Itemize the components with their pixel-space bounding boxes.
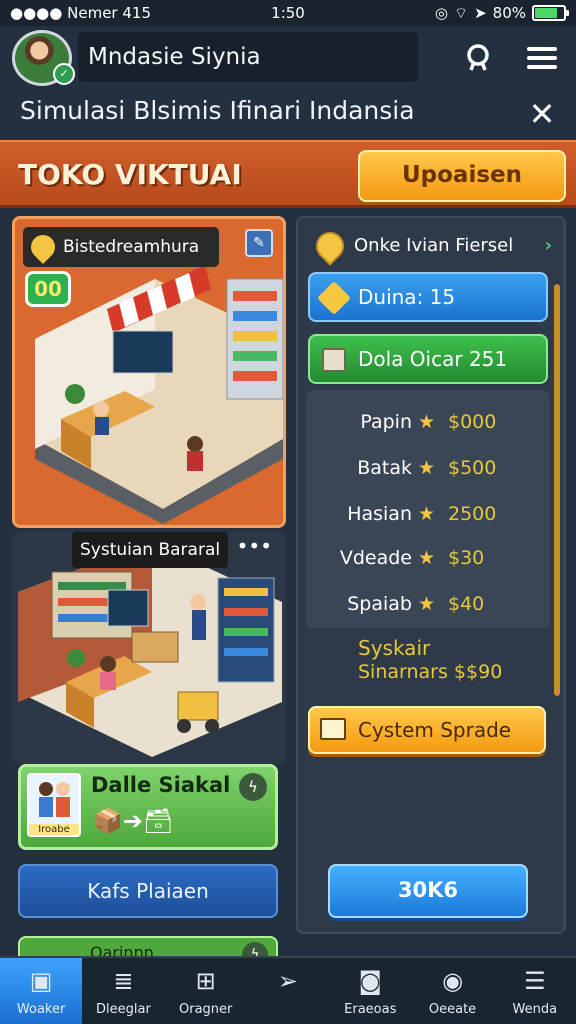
people-icon [39, 782, 70, 817]
store-card[interactable]: Bistedreamhura ✎ 00 [12, 216, 286, 528]
battery-icon [532, 5, 569, 21]
nav-item-wenda[interactable]: ☰ Wenda [494, 958, 576, 1024]
item-price: $000 [448, 411, 497, 433]
chevron-right-icon: › [544, 235, 552, 256]
banner-title: TOKO VIKTUAI [18, 158, 242, 191]
summary-value: Sinarnars $$90 [358, 661, 503, 683]
stack-icon: ≣ [113, 967, 134, 995]
search-icon [467, 44, 489, 71]
bottom-nav: ▣ Woaker ≣ Dleeglar ⊞ Oragner ➢ ◙ Eraeoas ◉ O… [0, 956, 576, 1024]
close-button[interactable]: ✕ [522, 94, 562, 134]
title-bar: Simulasi Blsimis Ifinari Indansia ✕ [0, 88, 576, 140]
page-title: Simulasi Blsimis Ifinari Indansia [20, 96, 415, 125]
hamburger-icon [527, 47, 557, 69]
item-name: Hasian [347, 503, 412, 525]
panel-header[interactable]: Onke Ivian Fiersel › [308, 226, 552, 266]
list-icon: ☰ [524, 967, 546, 995]
system-upgrade-button[interactable]: Cystem Sprade [308, 706, 546, 754]
profile-name[interactable]: Mndasie Siynia [78, 32, 418, 82]
plan-button[interactable]: Kafs Plaiaen [18, 864, 278, 918]
item-name: Vdeade [339, 547, 412, 569]
compass-icon: ◉ [442, 967, 464, 995]
nav-item-dleeglar[interactable]: ≣ Dleeglar [82, 958, 164, 1024]
left-column: Bistedreamhura ✎ 00 Systuian Bararal ••• [12, 216, 288, 960]
tools-button[interactable]: ✎ [245, 229, 273, 257]
wrench-icon: ✎ [253, 235, 265, 251]
balance-label: Dola Oicar 251 [358, 347, 508, 371]
star-icon: ★ [418, 503, 436, 525]
camera-icon: ◙ [358, 967, 382, 995]
nav-item-oragner[interactable]: ⊞ Oragner [165, 958, 247, 1024]
robot-icon: ⊞ [195, 967, 216, 995]
avatar[interactable]: ✓ [12, 30, 75, 86]
system-upgrade-label: Cystem Sprade [358, 718, 512, 742]
search-button[interactable] [458, 38, 498, 78]
system-card-title: Systuian Bararal [72, 532, 229, 568]
more-icon[interactable]: ••• [237, 534, 272, 558]
list-item[interactable]: Batak ★ $500 [306, 450, 550, 486]
delivery-card[interactable]: Iroabe Dalle Siakal ϟ 📦➔🗃 [18, 764, 278, 850]
list-item[interactable]: Hasian ★ 2500 [306, 496, 550, 532]
close-icon: ✕ [528, 95, 556, 133]
list-item[interactable]: Papin ★ $000 [306, 404, 550, 440]
nav-item-eraeoas[interactable]: ◙ Eraeoas [329, 958, 411, 1024]
list-item[interactable]: Vdeade ★ $30 [306, 540, 550, 576]
clock: 1:50 [271, 4, 305, 22]
nav-item-oeeate[interactable]: ◉ Oeeate [411, 958, 493, 1024]
item-name: Spaiab [347, 593, 412, 615]
summary-text: Syskair Sinarnars $$90 [358, 636, 502, 684]
coin-icon [310, 226, 350, 266]
box-icon: ▣ [29, 967, 53, 995]
thumbnail-label: Iroabe [29, 824, 79, 835]
star-icon: ★ [418, 593, 436, 615]
nav-label: Oeeate [428, 1002, 477, 1017]
nav-label: Oragner [179, 1002, 233, 1017]
nav-label: Dleeglar [96, 1002, 151, 1017]
system-card[interactable]: Systuian Bararal ••• [12, 532, 286, 764]
item-name: Batak [357, 457, 412, 479]
nav-label: Eraeoas [344, 1002, 397, 1017]
list-item[interactable]: Spaiab ★ $40 [306, 586, 550, 622]
duration-label: Duina: 15 [358, 285, 456, 309]
coin-icon [26, 230, 60, 264]
nav-label: Wenda [512, 1002, 558, 1017]
nav-item-woaker[interactable]: ▣ Woaker [0, 958, 83, 1024]
box-transfer-icon: 📦➔🗃 [93, 807, 174, 835]
item-name: Papin [360, 411, 412, 433]
star-icon: ★ [418, 457, 436, 479]
send-icon: ➢ [277, 967, 299, 995]
lightning-icon[interactable]: ϟ [239, 773, 267, 801]
duration-pill[interactable]: Duina: 15 [308, 272, 548, 322]
menu-button[interactable] [522, 38, 562, 78]
book-icon [320, 718, 346, 740]
store-banner: TOKO VIKTUAI Upoaisen [0, 140, 576, 208]
delivery-card-title: Dalle Siakal [91, 773, 231, 797]
confirm-button[interactable]: 30K6 [328, 864, 528, 918]
pencil-icon [317, 281, 351, 315]
nav-label: Woaker [16, 1002, 66, 1017]
people-thumbnail: Iroabe [27, 773, 81, 837]
panel-header-label: Onke Ivian Fiersel [354, 235, 514, 256]
item-price: $500 [448, 457, 497, 479]
nav-item-send[interactable]: ➢ [247, 958, 329, 1024]
finance-panel: Onke Ivian Fiersel › Duina: 15 Dola Oica… [296, 216, 566, 934]
price-list: Papin ★ $000 Batak ★ $500 Hasian ★ 2500 Vdeade… [306, 390, 550, 628]
avatar-badge-icon: ✓ [53, 63, 75, 85]
store-card-header: Bistedreamhura [23, 227, 219, 267]
item-price: 2500 [448, 503, 497, 525]
item-price: $40 [448, 593, 485, 615]
status-bar: ●●●● Nemer 415 1:50 ◎ ⌔ ➤ 80% [0, 0, 576, 26]
wallet-icon [322, 348, 346, 372]
level-badge: 00 [25, 271, 71, 307]
upgrade-button[interactable]: Upoaisen [358, 150, 566, 202]
star-icon: ★ [418, 411, 436, 433]
top-bar: ✓ Mndasie Siynia [0, 26, 576, 88]
item-price: $30 [448, 547, 485, 569]
scrollbar[interactable] [554, 284, 560, 696]
store-card-title: Bistedreamhura [63, 237, 200, 257]
balance-pill[interactable]: Dola Oicar 251 [308, 334, 548, 384]
star-icon: ★ [418, 547, 436, 569]
summary-title: Syskair [358, 636, 431, 660]
